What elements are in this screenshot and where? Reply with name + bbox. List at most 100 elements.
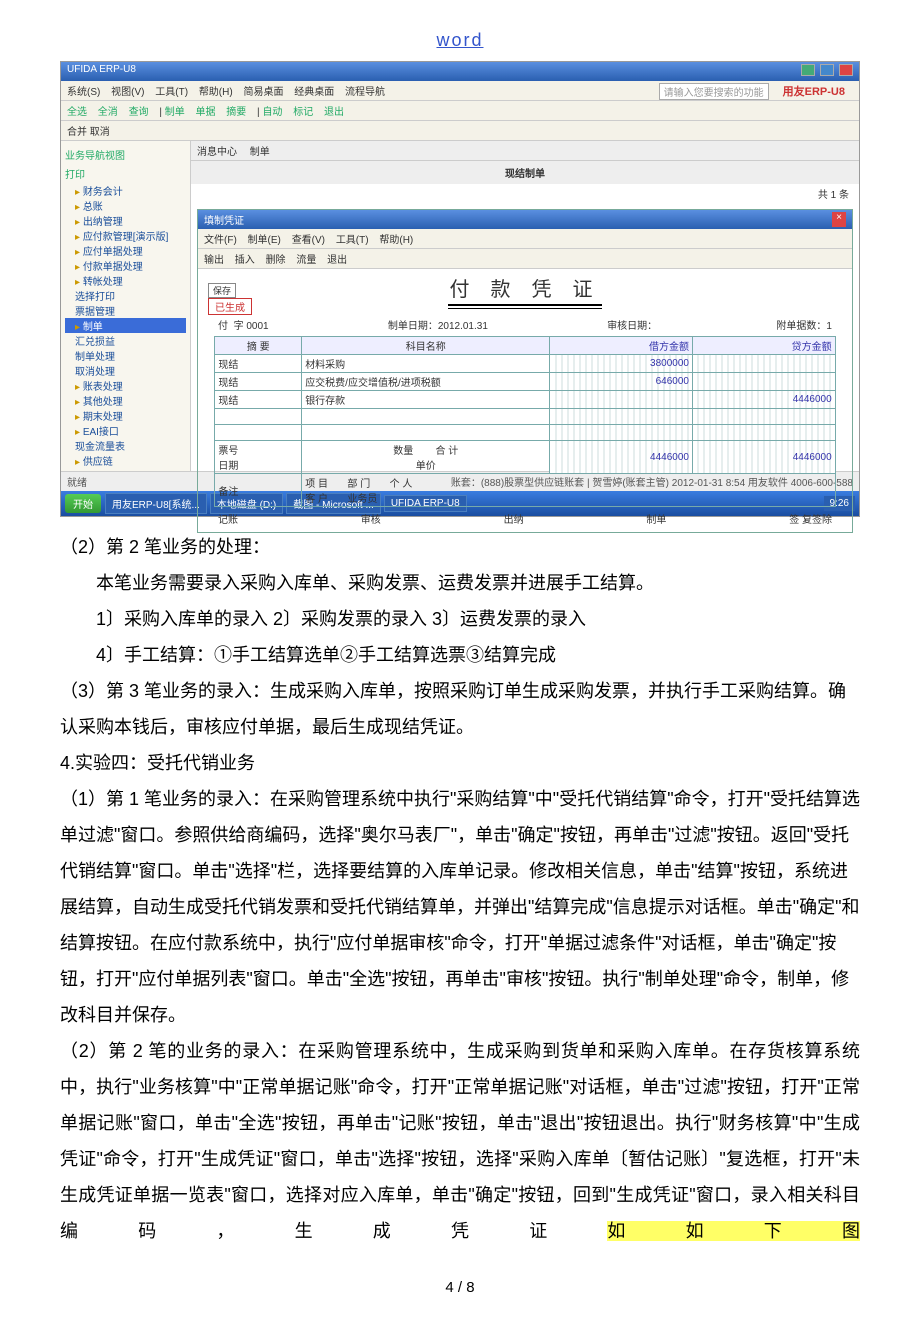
tree-node[interactable]: 集团应用	[65, 468, 186, 471]
tree-node[interactable]: 汇兑损益	[65, 333, 186, 348]
tab-msg[interactable]: 消息中心	[197, 147, 237, 158]
header-word-link: word	[60, 30, 860, 51]
btn-single[interactable]: 单据	[196, 107, 216, 118]
voucher-win-title: 填制凭证	[204, 212, 244, 227]
tree-node[interactable]: 现金流量表	[65, 438, 186, 453]
tree-node[interactable]: 选择打印	[65, 288, 186, 303]
minimize-icon[interactable]	[801, 64, 815, 76]
generated-stamp: 已生成	[208, 298, 252, 315]
para: 本笔业务需要录入采购入库单、采购发票、运费发票并进展手工结算。	[60, 565, 860, 601]
tree-node[interactable]: 期末处理	[65, 408, 186, 423]
para: （2）第 2 笔业务的处理：	[60, 529, 860, 565]
save-stamp: 保存	[208, 283, 236, 298]
main-tabs: 消息中心 制单	[191, 141, 859, 161]
sidebar: 业务导航视图 打印 财务会计 总账 出纳管理 应付款管理[演示版] 应付单据处理…	[61, 141, 191, 471]
main-area: 消息中心 制单 现结制单 共 1 条 填制凭证 × 文件(F) 制单(E) 查看…	[191, 141, 859, 471]
erp-screenshot: UFIDA ERP-U8 系统(S) 视图(V) 工具(T) 帮助(H) 简易桌…	[60, 61, 860, 517]
voucher-row-empty[interactable]	[215, 425, 835, 441]
voucher-toolbar: 输出 插入 删除 流量 退出	[198, 249, 852, 269]
tree-node[interactable]: 其他处理	[65, 393, 186, 408]
vmenu-tool[interactable]: 工具(T)	[336, 235, 369, 246]
voucher-body: 保存 已生成 付 款 凭 证 付 字 0001 制单日期：2012.01	[198, 269, 852, 532]
maximize-icon[interactable]	[820, 64, 834, 76]
vtool-cash[interactable]: 流量	[296, 255, 316, 266]
word-link[interactable]: word	[436, 30, 483, 50]
para: （3）第 3 笔业务的录入：生成采购入库单，按照采购订单生成采购发票，并执行手工…	[60, 673, 860, 745]
menu-wizard[interactable]: 流程导航	[345, 87, 385, 98]
menu-help[interactable]: 帮助(H)	[199, 87, 233, 98]
status-left: 就绪	[67, 474, 87, 489]
section-heading: 4.实验四：受托代销业务	[60, 745, 860, 781]
voucher-table: 摘 要 科目名称 借方金额 贷方金额 现结材料采购 3800000 现结应交税费…	[214, 336, 835, 507]
tree-node[interactable]: 应付款管理[演示版]	[65, 228, 186, 243]
para: 4〕手工结算：①手工结算选单②手工结算选票③结算完成	[60, 637, 860, 673]
tree-node[interactable]: 应付单据处理	[65, 243, 186, 258]
start-button[interactable]: 开始	[65, 494, 101, 513]
voucher-remark-row: 备注 项 目 部 门 个 人 客 户 业务员	[215, 474, 835, 507]
app-titlebar: UFIDA ERP-U8	[61, 62, 859, 81]
tree-node[interactable]: 供应链	[65, 453, 186, 468]
tree-node[interactable]: 财务会计	[65, 183, 186, 198]
btn-all[interactable]: 全选	[67, 107, 87, 118]
sidebar-print[interactable]: 打印	[65, 164, 186, 183]
btn-cancel[interactable]: 取消	[90, 127, 110, 138]
voucher-window: 填制凭证 × 文件(F) 制单(E) 查看(V) 工具(T) 帮助(H) 输出 …	[197, 209, 853, 533]
tree-node[interactable]: EAI接口	[65, 423, 186, 438]
tree-node[interactable]: 取消处理	[65, 363, 186, 378]
col-credit: 贷方金额	[692, 337, 835, 355]
tab-make[interactable]: 制单	[250, 147, 270, 158]
btn-make[interactable]: 制单	[165, 107, 185, 118]
voucher-row[interactable]: 现结材料采购 3800000	[215, 355, 835, 373]
btn-none[interactable]: 全消	[98, 107, 118, 118]
tree-node[interactable]: 付款单据处理	[65, 258, 186, 273]
menu-view[interactable]: 视图(V)	[111, 87, 144, 98]
para-text: （2）第 2 笔的业务的录入：在采购管理系统中，生成采购到货单和采购入库单。在存…	[60, 1041, 860, 1241]
menu-system[interactable]: 系统(S)	[67, 87, 100, 98]
tree-node-selected[interactable]: 制单	[65, 318, 186, 333]
tree-node[interactable]: 出纳管理	[65, 213, 186, 228]
tree-node[interactable]: 总账	[65, 198, 186, 213]
vtool-exit[interactable]: 退出	[327, 255, 347, 266]
vmenu-help[interactable]: 帮助(H)	[379, 235, 413, 246]
voucher-titlebar: 填制凭证 ×	[198, 210, 852, 229]
page-number: 4 / 8	[60, 1279, 860, 1296]
btn-exit[interactable]: 退出	[324, 107, 344, 118]
menu-tool[interactable]: 工具(T)	[155, 87, 188, 98]
app-title: UFIDA ERP-U8	[67, 64, 136, 79]
record-count: 共 1 条	[191, 184, 859, 203]
vmenu-view[interactable]: 查看(V)	[292, 235, 325, 246]
app-toolbar-2: 合并 取消	[61, 121, 859, 141]
tree-node[interactable]: 转帐处理	[65, 273, 186, 288]
tree-node[interactable]: 账表处理	[65, 378, 186, 393]
voucher-row[interactable]: 现结应交税费/应交增值税/进项税额 646000	[215, 373, 835, 391]
main-title: 现结制单	[191, 161, 859, 184]
search-input[interactable]: 请输入您要搜索的功能	[659, 83, 769, 100]
menu-classic[interactable]: 经典桌面	[294, 87, 334, 98]
brand-label: 用友ERP-U8	[783, 83, 845, 99]
col-debit: 借方金额	[550, 337, 693, 355]
btn-auto[interactable]: 自动	[262, 107, 282, 118]
btn-query[interactable]: 查询	[129, 107, 149, 118]
vmenu-file[interactable]: 文件(F)	[204, 235, 237, 246]
voucher-close-icon[interactable]: ×	[832, 212, 846, 227]
vtool-del[interactable]: 删除	[266, 255, 286, 266]
col-account: 科目名称	[302, 337, 550, 355]
sidebar-title: 业务导航视图	[65, 145, 186, 164]
menu-simple[interactable]: 简易桌面	[243, 87, 283, 98]
voucher-row-empty[interactable]	[215, 409, 835, 425]
vtool-out[interactable]: 输出	[204, 255, 224, 266]
para: 1〕采购入库单的录入 2〕采购发票的录入 3〕运费发票的录入	[60, 601, 860, 637]
voucher-row[interactable]: 现结银行存款 4446000	[215, 391, 835, 409]
vmenu-make[interactable]: 制单(E)	[248, 235, 281, 246]
btn-mark[interactable]: 标记	[293, 107, 313, 118]
btn-merge[interactable]: 合并	[67, 127, 87, 138]
voucher-info: 付 字 0001 制单日期：2012.01.31 审核日期： 附单据数：1	[218, 317, 832, 332]
tree-node[interactable]: 票据管理	[65, 303, 186, 318]
voucher-footer: 记账 审核 出纳 制单 签 复签除	[218, 511, 832, 526]
para: （1）第 1 笔业务的录入：在采购管理系统中执行"采购结算"中"受托代销结算"命…	[60, 781, 860, 1033]
vtool-ins[interactable]: 插入	[235, 255, 255, 266]
tree-node[interactable]: 制单处理	[65, 348, 186, 363]
btn-digest[interactable]: 摘要	[226, 107, 246, 118]
close-icon[interactable]	[839, 64, 853, 76]
taskbar-item[interactable]: 用友ERP-U8[系统...	[105, 493, 207, 514]
